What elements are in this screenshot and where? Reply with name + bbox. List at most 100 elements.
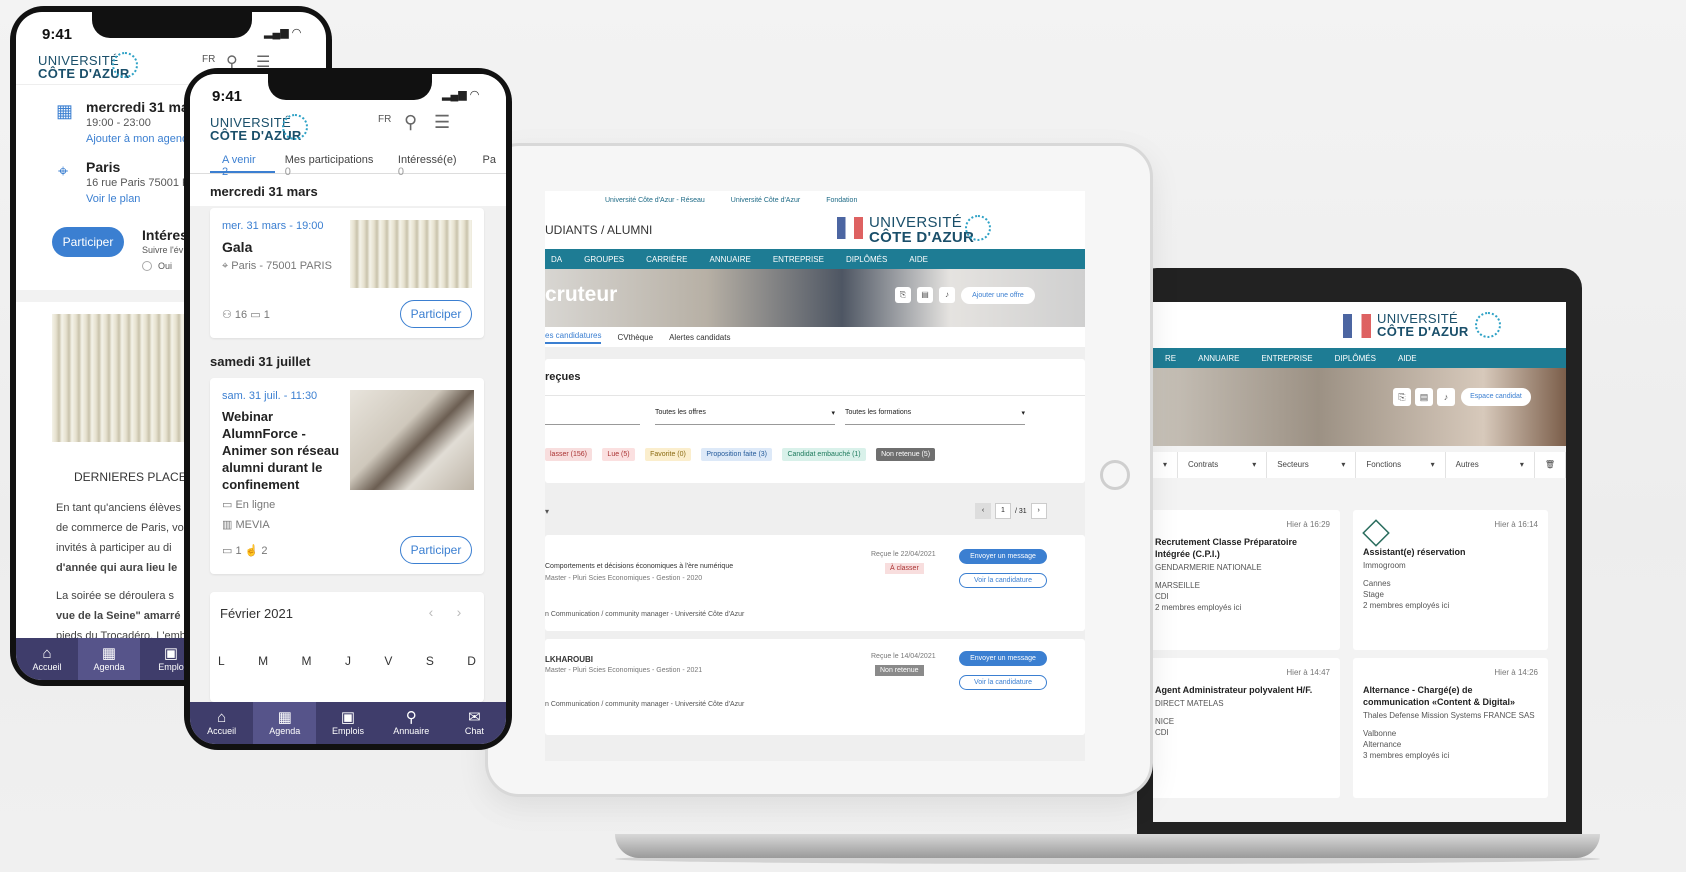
tab-candidatures[interactable]: es candidatures xyxy=(545,331,602,344)
nav-item[interactable]: DIPLÔMÉS xyxy=(1335,354,1376,363)
prev-month-button[interactable]: ‹ xyxy=(422,604,440,622)
bell-icon[interactable]: ♪ xyxy=(939,287,955,303)
pill-a-classer[interactable]: lasser (156) xyxy=(545,448,592,461)
signal-wifi-icon: ▂▄▆ ◠ xyxy=(442,89,480,101)
nav-emplois[interactable]: ▣ Emplois xyxy=(316,702,379,744)
logo-line2: CÔTE D'AZUR xyxy=(869,229,975,246)
status-badge[interactable]: Non retenue xyxy=(875,665,924,676)
top-links: Université Côte d'Azur - Réseau Universi… xyxy=(545,191,1085,209)
event-place: ⌖ Paris - 75001 PARIS xyxy=(222,260,332,272)
calendar-month: Février 2021 xyxy=(220,606,293,621)
page-input[interactable]: 1 xyxy=(995,503,1011,519)
university-logo[interactable]: UNIVERSITÉ CÔTE D'AZUR xyxy=(1377,312,1469,338)
tab-cvtheque[interactable]: CVthèque xyxy=(617,333,653,342)
participate-button[interactable]: Participer xyxy=(52,227,124,257)
filter-start[interactable]: ▾ xyxy=(1153,452,1179,478)
menu-icon[interactable]: ☰ xyxy=(434,112,450,133)
nav-item[interactable]: ANNUAIRE xyxy=(1198,354,1239,363)
add-offer-button[interactable]: Ajouter une offre xyxy=(961,287,1035,304)
send-message-button[interactable]: Envoyer un message xyxy=(959,549,1047,564)
filter-autres[interactable]: Autres ▾ xyxy=(1446,452,1535,478)
pill-favorite[interactable]: Favorite (0) xyxy=(645,448,691,461)
card-title: Assistant(e) réservation xyxy=(1363,547,1466,557)
participate-button[interactable]: Participer xyxy=(400,300,472,328)
university-logo[interactable]: UNIVERSITÉ CÔTE D'AZUR xyxy=(869,215,974,245)
top-link[interactable]: Université Côte d'Azur - Réseau xyxy=(605,197,705,204)
pill-lue[interactable]: Lue (5) xyxy=(602,448,635,461)
status-badge[interactable]: À classer xyxy=(885,563,924,574)
nav-item[interactable]: ENTREPRISE xyxy=(773,255,824,264)
filter-contrats[interactable]: Contrats ▾ xyxy=(1178,452,1268,478)
banner-title: cruteur xyxy=(545,283,618,306)
job-card[interactable]: Hier à 16:14 Assistant(e) réservation Im… xyxy=(1353,510,1548,650)
nav-item[interactable]: AIDE xyxy=(1398,354,1417,363)
see-map-link[interactable]: Voir le plan xyxy=(86,193,140,205)
filter-fonctions[interactable]: Fonctions ▾ xyxy=(1356,452,1446,478)
top-link[interactable]: Fondation xyxy=(826,197,857,204)
participate-button[interactable]: Participer xyxy=(400,536,472,564)
job-card[interactable]: Hier à 14:47 Agent Administrateur polyva… xyxy=(1153,658,1340,798)
formations-select[interactable]: Toutes les formations ▾ xyxy=(845,409,1025,425)
nav-agenda[interactable]: ▦ Agenda xyxy=(253,702,317,744)
nav-item[interactable]: DA xyxy=(551,255,562,264)
send-message-button[interactable]: Envoyer un message xyxy=(959,651,1047,666)
nav-agenda[interactable]: ▦ Agenda xyxy=(78,638,140,680)
language-selector[interactable]: FR xyxy=(202,54,215,65)
view-application-button[interactable]: Voir la candidature xyxy=(959,675,1047,690)
sort-select[interactable]: ▾ xyxy=(545,507,557,516)
card-title: Alternance - Chargé(e) de communication … xyxy=(1363,685,1516,707)
event-card[interactable]: mer. 31 mars - 19:00 Gala ⌖ Paris - 7500… xyxy=(210,208,484,338)
nav-item[interactable]: CARRIÈRE xyxy=(646,255,687,264)
language-selector[interactable]: FR xyxy=(378,114,391,125)
add-to-agenda-link[interactable]: Ajouter à mon agend xyxy=(86,133,188,145)
list-icon[interactable]: ▤ xyxy=(1415,388,1433,406)
tablet-banner: cruteur ⎘ ▤ ♪ Ajouter une offre xyxy=(545,269,1085,327)
tab-mes-participations[interactable]: Mes participations 0 xyxy=(275,146,388,178)
yes-radio[interactable] xyxy=(142,261,152,271)
nav-item[interactable]: DIPLÔMÉS xyxy=(846,255,887,264)
tab-alertes[interactable]: Alertes candidats xyxy=(669,333,730,342)
search-icon[interactable]: ⚲ xyxy=(404,112,417,133)
nav-item[interactable]: RE xyxy=(1165,354,1176,363)
nav-item[interactable]: ENTREPRISE xyxy=(1261,354,1312,363)
nav-item[interactable]: AIDE xyxy=(909,255,928,264)
top-link[interactable]: Université Côte d'Azur xyxy=(731,197,800,204)
espace-candidat-button[interactable]: Espace candidat xyxy=(1461,388,1531,406)
event-stats: ▭ 1 ☝ 2 xyxy=(222,545,268,557)
export-icon[interactable]: ⎘ xyxy=(1393,388,1411,406)
tablet-home-button[interactable] xyxy=(1100,460,1130,490)
pill-embauche[interactable]: Candidat embauché (1) xyxy=(782,448,866,461)
application-row[interactable]: LKHAROUBI Master - Pluri Scies Economiqu… xyxy=(545,639,1085,735)
tab-interesse[interactable]: Intéressé(e) 0 xyxy=(388,146,473,178)
nav-annuaire[interactable]: ⚲ Annuaire xyxy=(380,702,443,744)
nav-accueil[interactable]: ⌂ Accueil xyxy=(16,638,78,680)
tablet-screen: Université Côte d'Azur - Réseau Universi… xyxy=(545,191,1085,761)
list-icon[interactable]: ▤ xyxy=(917,287,933,303)
view-application-button[interactable]: Voir la candidature xyxy=(959,573,1047,588)
pill-non-retenue[interactable]: Non retenue (5) xyxy=(876,448,936,461)
tab-a-venir[interactable]: A venir 2 xyxy=(210,146,275,178)
job-card[interactable]: Hier à 16:29 Recrutement Classe Préparat… xyxy=(1153,510,1340,650)
people-icon: ⚇ xyxy=(222,309,235,321)
event-card[interactable]: sam. 31 juil. - 11:30 Webinar AlumnForce … xyxy=(210,378,484,574)
nav-accueil[interactable]: ⌂ Accueil xyxy=(190,702,253,744)
filter-secteurs[interactable]: Secteurs ▾ xyxy=(1267,452,1357,478)
nav-item[interactable]: GROUPES xyxy=(584,255,624,264)
next-month-button[interactable]: › xyxy=(450,604,468,622)
laptop-header: UNIVERSITÉ CÔTE D'AZUR xyxy=(1153,302,1566,348)
nav-chat[interactable]: ✉ Chat xyxy=(443,702,506,744)
pill-proposition[interactable]: Proposition faite (3) xyxy=(701,448,773,461)
job-card[interactable]: Hier à 14:26 Alternance - Chargé(e) de c… xyxy=(1353,658,1548,798)
application-row[interactable]: Comportements et décisions économiques à… xyxy=(545,535,1085,631)
prev-page-button[interactable]: ‹ xyxy=(975,503,991,519)
export-icon[interactable]: ⎘ xyxy=(895,287,911,303)
tab-more[interactable]: Pa xyxy=(473,146,506,173)
nav-item[interactable]: ANNUAIRE xyxy=(709,255,750,264)
bell-icon[interactable]: ♪ xyxy=(1437,388,1455,406)
event-tabs: A venir 2 Mes participations 0 Intéressé… xyxy=(190,146,506,178)
search-input[interactable] xyxy=(545,407,640,425)
offers-select[interactable]: Toutes les offres ▾ xyxy=(655,409,835,425)
trash-icon[interactable]: 🗑 xyxy=(1535,452,1566,478)
next-page-button[interactable]: › xyxy=(1030,503,1047,519)
chat-icon: ✉ xyxy=(468,709,481,726)
